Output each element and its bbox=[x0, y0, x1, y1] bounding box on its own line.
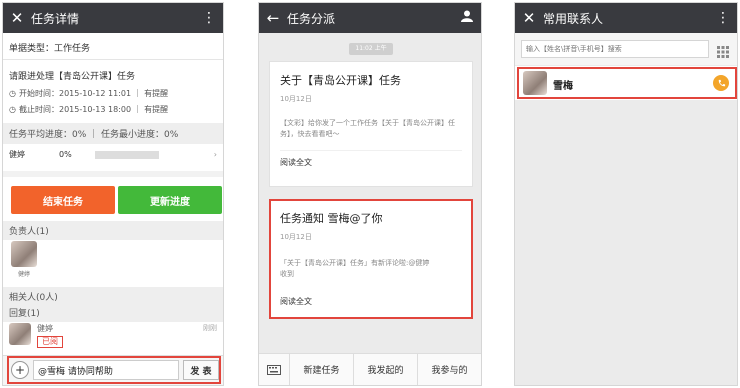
page-title: 任务详情 bbox=[31, 11, 80, 26]
chevron-right-icon: › bbox=[213, 150, 217, 159]
message-card[interactable]: 关于【青岛公开课】任务 10月12日 【文彩】给你发了一个工作任务【关于【青岛公… bbox=[269, 61, 473, 187]
tab-new-task[interactable]: 新建任务 bbox=[289, 354, 353, 385]
end-time: 截止时间：2015-10-13 18:00 ｜ 有提醒 bbox=[18, 105, 169, 114]
close-icon[interactable]: ✕ bbox=[3, 9, 31, 27]
card-date: 10月12日 bbox=[280, 95, 312, 103]
doc-type: 单据类型：工作任务 bbox=[9, 44, 91, 54]
reply-author: 健婷 bbox=[37, 324, 53, 333]
card-body: 【文彩】给你发了一个工作任务【关于【青岛公开课】任务】，快去看看吧～ bbox=[280, 119, 455, 138]
screen-contacts: ✕ 常用联系人 ⋮ 雪梅 bbox=[514, 2, 738, 386]
progress-bar bbox=[95, 150, 159, 159]
start-time-row: ◷ 开始时间：2015-10-12 11:01 ｜ 有提醒 bbox=[9, 88, 168, 99]
assignee-progress-row[interactable]: 健婷 0% › bbox=[9, 149, 217, 160]
spacer bbox=[3, 171, 223, 177]
comment-input[interactable]: @雪梅 请协同帮助 bbox=[33, 360, 179, 380]
owner-section-header: 负责人(1) bbox=[3, 221, 223, 240]
screen-task-detail: ✕ 任务详情 ⋮ 单据类型：工作任务 请跟进处理【青岛公开课】任务 ◷ 开始时间… bbox=[2, 2, 224, 386]
keyboard-icon[interactable] bbox=[259, 364, 289, 375]
page-title: 常用联系人 bbox=[543, 11, 604, 26]
reply-avatar-wrap bbox=[9, 323, 31, 345]
screen-task-dispatch: ← 任务分派 11:02 上午 关于【青岛公开课】任务 10月12日 【文彩】给… bbox=[258, 2, 482, 386]
back-arrow-icon[interactable]: ← bbox=[259, 9, 287, 27]
owner-name: 健婷 bbox=[17, 271, 30, 278]
end-time-row: ◷ 截止时间：2015-10-13 18:00 ｜ 有提醒 bbox=[9, 104, 168, 115]
card-title: 关于【青岛公开课】任务 bbox=[280, 74, 401, 87]
read-status-badge: 已阅 bbox=[37, 336, 63, 348]
owner-entry[interactable]: 健婷 bbox=[11, 241, 37, 278]
page-title: 任务分派 bbox=[287, 11, 336, 26]
clock-icon: ◷ bbox=[9, 105, 16, 114]
highlight-box bbox=[517, 67, 737, 99]
avatar bbox=[11, 241, 37, 267]
send-button[interactable]: 发 表 bbox=[183, 360, 219, 380]
clock-icon: ◷ bbox=[9, 89, 16, 98]
tab-participating[interactable]: 我参与的 bbox=[417, 354, 481, 385]
top-bar: ✕ 任务详情 ⋮ bbox=[3, 3, 223, 33]
close-icon[interactable]: ✕ bbox=[515, 9, 543, 27]
top-bar: ← 任务分派 bbox=[259, 3, 481, 33]
grid-icon[interactable] bbox=[717, 43, 729, 62]
assignee-name: 健婷 bbox=[9, 150, 25, 159]
task-title: 请跟进处理【青岛公开课】任务 bbox=[9, 72, 136, 82]
start-time: 开始时间：2015-10-12 11:01 ｜ 有提醒 bbox=[18, 89, 169, 98]
add-icon[interactable]: + bbox=[11, 361, 29, 379]
person-icon[interactable] bbox=[453, 10, 481, 26]
search-input[interactable] bbox=[521, 40, 709, 58]
top-bar: ✕ 常用联系人 ⋮ bbox=[515, 3, 737, 33]
avatar bbox=[9, 323, 31, 345]
assignee-progress: 0% bbox=[59, 150, 72, 159]
divider bbox=[3, 59, 223, 60]
update-progress-button[interactable]: 更新进度 bbox=[118, 186, 222, 214]
more-icon[interactable]: ⋮ bbox=[709, 10, 737, 26]
reply-time: 刚刚 bbox=[203, 324, 217, 332]
timestamp-badge: 11:02 上午 bbox=[349, 43, 393, 55]
bottom-tab-bar: 新建任务 我发起的 我参与的 bbox=[259, 353, 481, 385]
tab-initiated[interactable]: 我发起的 bbox=[353, 354, 417, 385]
read-more-link[interactable]: 阅读全文 bbox=[280, 150, 462, 168]
end-task-button[interactable]: 结束任务 bbox=[11, 186, 115, 214]
progress-summary: 任务平均进度：0% ｜ 任务最小进度：0% bbox=[3, 123, 223, 144]
highlight-box bbox=[269, 199, 473, 319]
reply-section-header: 回复(1) bbox=[3, 303, 223, 322]
more-icon[interactable]: ⋮ bbox=[195, 10, 223, 26]
